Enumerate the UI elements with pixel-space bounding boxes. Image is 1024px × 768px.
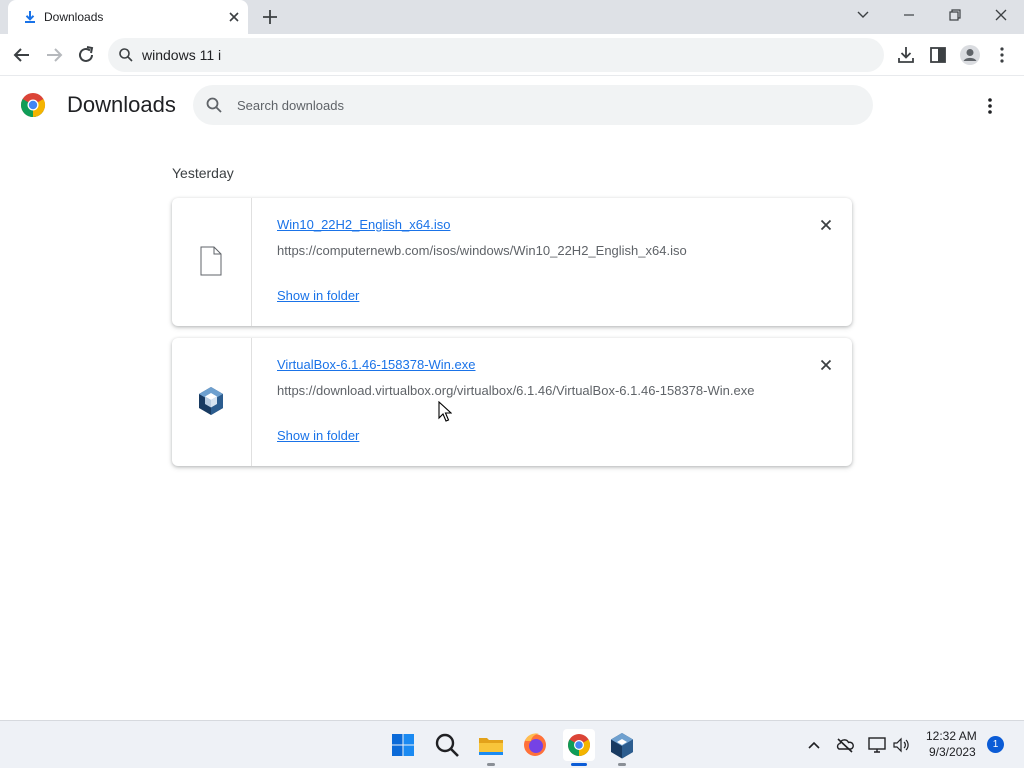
- clock-date[interactable]: 9/3/2023: [929, 745, 976, 759]
- download-item: VirtualBox-6.1.46-158378-Win.exe https:/…: [172, 338, 852, 466]
- search-icon[interactable]: [431, 729, 463, 761]
- new-tab-button[interactable]: [258, 6, 282, 28]
- reload-icon[interactable]: [74, 43, 98, 67]
- download-icon: [25, 11, 35, 23]
- notification-badge[interactable]: 1: [987, 736, 1004, 753]
- mouse-cursor-icon: [438, 401, 452, 422]
- network-icon[interactable]: [867, 735, 887, 755]
- virtualbox-icon: [199, 387, 223, 415]
- onedrive-offline-icon[interactable]: [835, 735, 855, 755]
- download-filename-link[interactable]: VirtualBox-6.1.46-158378-Win.exe: [277, 357, 476, 372]
- virtualbox-icon[interactable]: [606, 729, 638, 761]
- explorer-running-indicator: [487, 763, 495, 766]
- address-bar-text: windows 11 i: [142, 47, 222, 63]
- remove-download-icon[interactable]: [816, 215, 836, 235]
- virtualbox-running-indicator: [618, 763, 626, 766]
- restore-icon[interactable]: [932, 0, 978, 34]
- show-in-folder-link[interactable]: Show in folder: [277, 288, 359, 303]
- search-icon: [206, 97, 222, 113]
- tab-downloads[interactable]: Downloads: [8, 0, 248, 34]
- chrome-icon: [568, 734, 590, 756]
- chrome-active-indicator: [571, 763, 587, 766]
- close-window-icon[interactable]: [978, 0, 1024, 34]
- downloads-header: Downloads: [0, 77, 1024, 135]
- search-icon: [119, 48, 133, 62]
- windows-taskbar: [0, 720, 1024, 768]
- download-source-url: https://download.virtualbox.org/virtualb…: [277, 383, 755, 398]
- tab-search-icon[interactable]: [840, 0, 886, 34]
- browser-toolbar: windows 11 i: [0, 34, 1024, 76]
- remove-download-icon[interactable]: [816, 355, 836, 375]
- side-panel-icon[interactable]: [926, 43, 950, 67]
- firefox-icon[interactable]: [519, 729, 551, 761]
- chrome-taskbar-button[interactable]: [563, 729, 595, 761]
- chevron-up-icon[interactable]: [804, 735, 824, 755]
- profile-icon[interactable]: [958, 43, 982, 67]
- search-downloads-input[interactable]: [237, 85, 837, 125]
- page-title: Downloads: [67, 92, 176, 117]
- tab-title: Downloads: [44, 10, 104, 24]
- downloads-toolbar-icon[interactable]: [894, 43, 918, 67]
- downloads-search: [193, 85, 873, 125]
- file-icon: [200, 246, 222, 276]
- download-filename-link[interactable]: Win10_22H2_English_x64.iso: [277, 217, 450, 232]
- close-tab-icon[interactable]: [224, 7, 244, 27]
- windows-start-icon[interactable]: [387, 729, 419, 761]
- more-actions-icon[interactable]: [978, 94, 1002, 118]
- back-icon[interactable]: [10, 43, 34, 67]
- download-source-url: https://computernewb.com/isos/windows/Wi…: [277, 243, 687, 258]
- clock-time[interactable]: 12:32 AM: [926, 729, 977, 743]
- address-bar[interactable]: windows 11 i: [108, 38, 884, 72]
- chrome-logo-icon: [20, 93, 46, 118]
- date-section-label: Yesterday: [172, 165, 234, 181]
- chrome-menu-icon[interactable]: [990, 43, 1014, 67]
- file-explorer-icon[interactable]: [475, 729, 507, 761]
- tab-strip: Downloads: [0, 0, 1024, 34]
- forward-icon[interactable]: [42, 43, 66, 67]
- minimize-icon[interactable]: [886, 0, 932, 34]
- volume-icon[interactable]: [891, 735, 911, 755]
- download-item: Win10_22H2_English_x64.iso https://compu…: [172, 198, 852, 326]
- download-icon-column: [172, 198, 252, 326]
- download-icon-column: [172, 338, 252, 466]
- screen: Downloads windows 11 i Downloads Search …: [0, 0, 1024, 768]
- show-in-folder-link[interactable]: Show in folder: [277, 428, 359, 443]
